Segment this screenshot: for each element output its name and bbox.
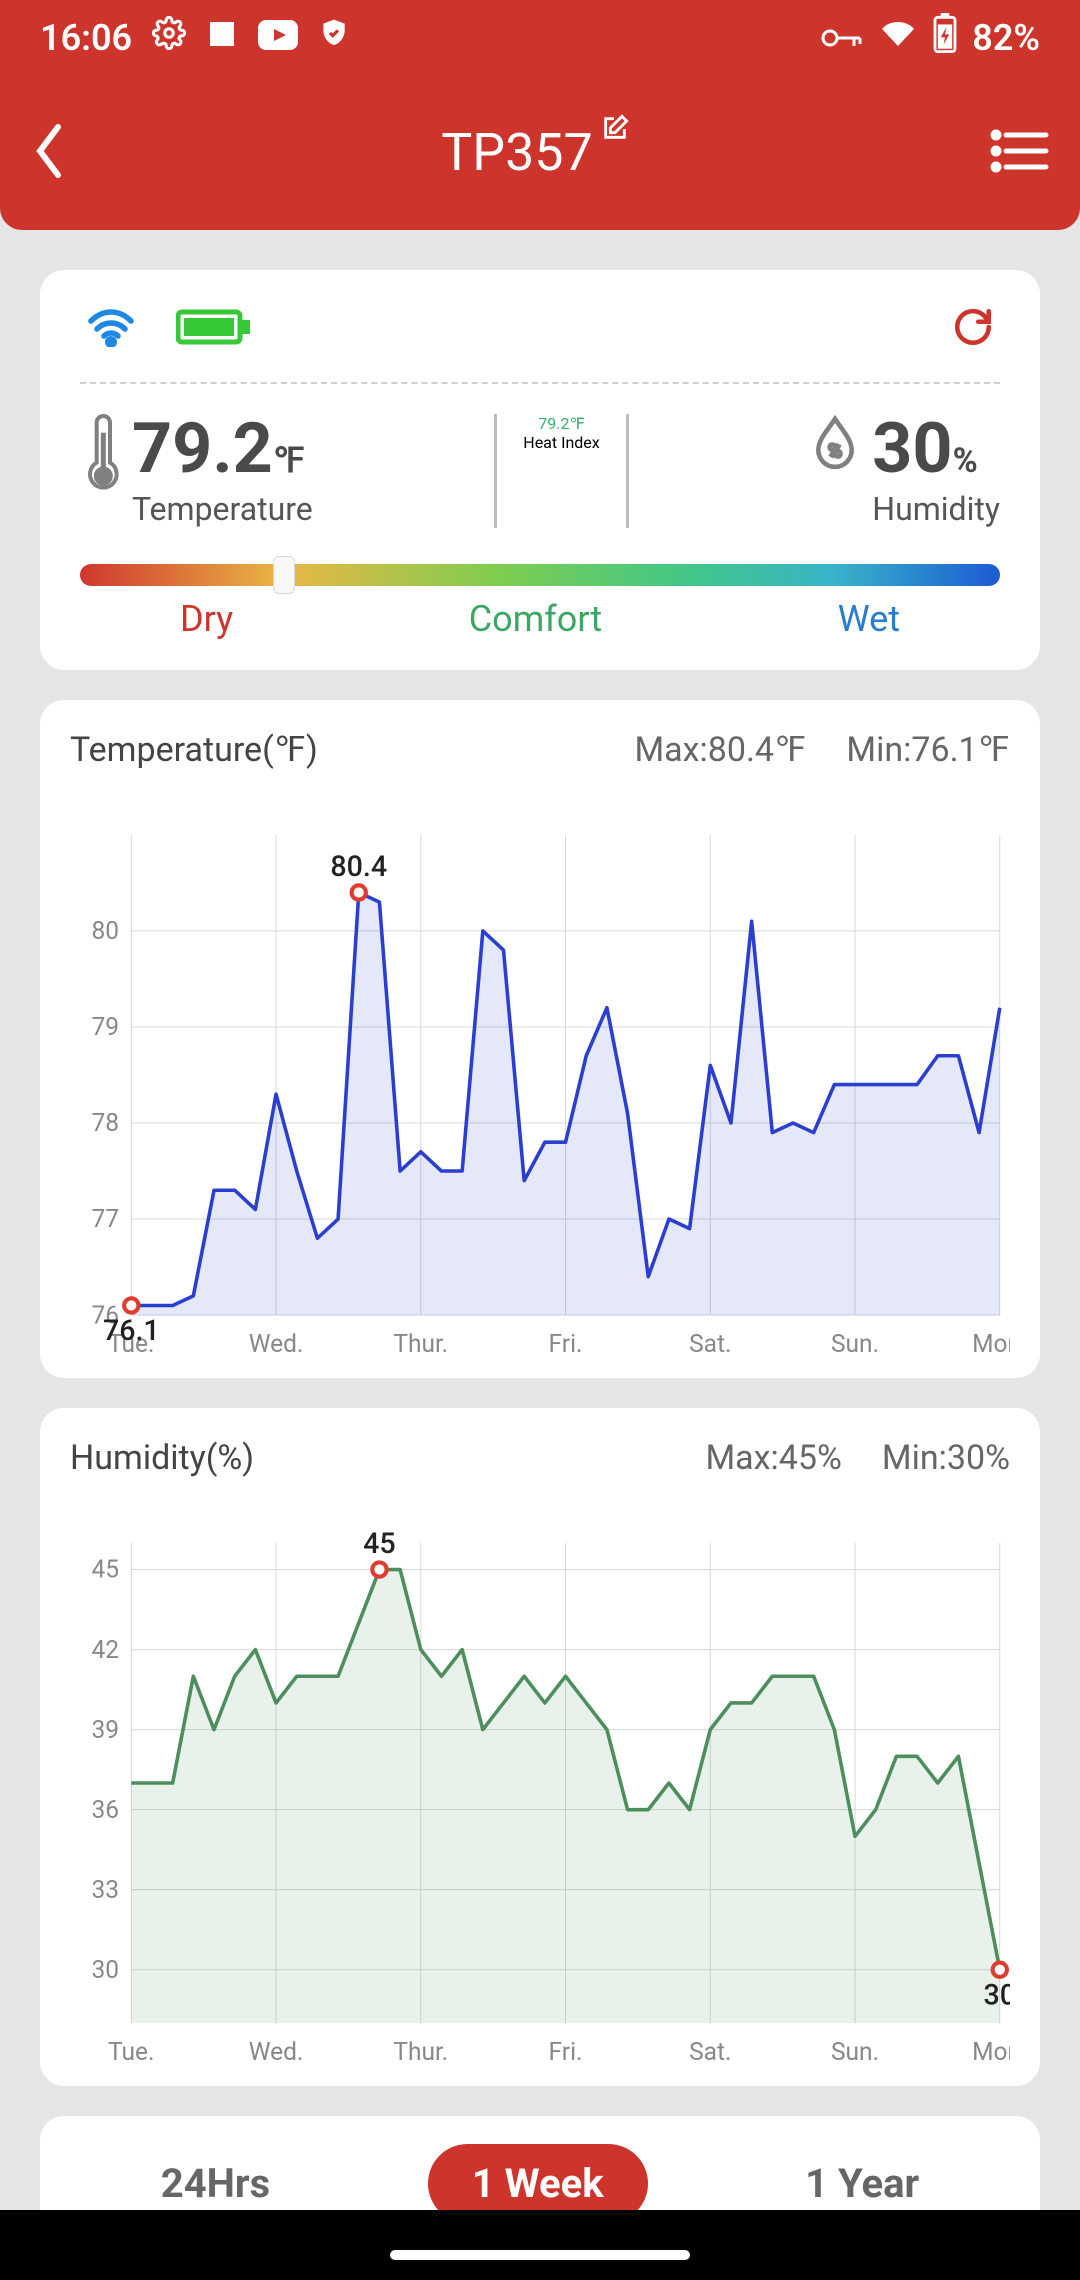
label-wet: Wet [838,598,900,640]
battery-icon [932,13,958,62]
humid-chart-title: Humidity(%) [70,1438,254,1478]
temperature-metric: 79.2℉ Temperature [80,414,313,528]
svg-text:Sat.: Sat. [689,2037,731,2066]
svg-text:45: 45 [91,1555,119,1584]
humidity-value: 30 [872,408,952,490]
svg-text:76.1: 76.1 [103,1313,160,1347]
humidity-chart-card: Humidity(%) Max:45% Min:30% 30 33 36 39 42 45… [40,1408,1040,2086]
humid-chart-max: Max:45% [706,1438,842,1478]
summary-card: 79.2℉ Temperature 79.2℉ Heat Index % 30%… [40,270,1040,670]
svg-text:Mon.: Mon. [972,2037,1010,2066]
temperature-chart-card: Temperature(℉) Max:80.4℉ Min:76.1℉ 76777… [40,700,1040,1378]
thermometer-icon [80,414,120,502]
status-left: 16:06 [40,16,350,59]
shield-check-icon [318,16,350,59]
svg-text:78: 78 [91,1108,119,1137]
temp-chart-min: Min:76.1℉ [846,730,1010,770]
temperature-label: Temperature [132,490,313,528]
comfort-gradient [80,564,1000,586]
svg-text:Sat.: Sat. [689,1329,731,1358]
nav-handle[interactable] [390,2250,690,2260]
heat-index-value: 79.2 [538,414,569,433]
menu-button[interactable] [990,127,1050,179]
humidity-unit: % [953,441,978,481]
heat-index-label: Heat Index [523,433,599,452]
app-bar: TP357 [0,75,1080,230]
svg-text:Thur.: Thur. [393,1329,448,1358]
humidity-metric: % 30% Humidity [810,414,1000,528]
gear-icon [152,16,186,59]
svg-text:33: 33 [91,1875,119,1904]
svg-text:80.4: 80.4 [330,849,387,883]
svg-text:Fri.: Fri. [549,2037,583,2066]
svg-text:79: 79 [91,1012,119,1041]
comfort-indicator [273,556,295,594]
svg-text:77: 77 [91,1204,119,1233]
svg-text:36: 36 [91,1795,119,1824]
heat-index-metric: 79.2℉ Heat Index [494,414,628,528]
svg-text:%: % [829,442,841,461]
temp-chart-title: Temperature(℉) [70,730,318,770]
humidity-chart[interactable]: 30 33 36 39 42 45 Tue. Wed. Thur. Fri. Sat. Sun. Mon… [70,1502,1010,2074]
humid-chart-min: Min:30% [882,1438,1010,1478]
svg-text:30: 30 [91,1955,119,1984]
battery-pct: 82% [972,17,1040,59]
svg-text:Mon.: Mon. [972,1329,1010,1358]
temperature-unit: ℉ [273,441,305,481]
svg-text:42: 42 [91,1635,119,1664]
square-icon [206,17,238,59]
svg-text:80: 80 [91,916,119,945]
wifi-icon [878,17,918,59]
vpn-key-icon [820,17,864,59]
svg-text:Tue.: Tue. [108,2037,154,2066]
temp-chart-max: Max:80.4℉ [634,730,806,770]
svg-text:Sun.: Sun. [831,1329,879,1358]
status-right: 82% [820,13,1040,62]
temperature-value: 79.2 [132,408,273,490]
label-dry: Dry [180,598,233,640]
page-title: TP357 [441,122,593,183]
temperature-chart[interactable]: 7677787980Tue.Wed.Thur.Fri.Sat.Sun.Mon.8… [70,794,1010,1366]
droplet-icon: % [810,414,860,482]
svg-text:Wed.: Wed. [249,1329,304,1358]
title-wrap: TP357 [441,122,629,183]
refresh-button[interactable] [952,306,994,352]
nav-bar [0,2210,1080,2280]
svg-text:Sun.: Sun. [831,2037,879,2066]
wifi-signal-icon [86,307,136,351]
svg-text:Thur.: Thur. [393,2037,448,2066]
heat-index-unit: ℉ [569,414,584,433]
svg-text:Wed.: Wed. [249,2037,304,2066]
svg-text:45: 45 [363,1526,396,1560]
humidity-label: Humidity [872,490,1000,528]
back-button[interactable] [30,121,80,185]
svg-text:30: 30 [984,1978,1010,2012]
status-bar: 16:06 82% [0,0,1080,75]
youtube-icon [258,17,298,59]
svg-text:39: 39 [91,1715,119,1744]
svg-text:Fri.: Fri. [549,1329,583,1358]
battery-full-icon [176,308,252,350]
clock: 16:06 [40,17,132,59]
edit-icon[interactable] [601,114,629,146]
label-comfort: Comfort [469,598,602,640]
